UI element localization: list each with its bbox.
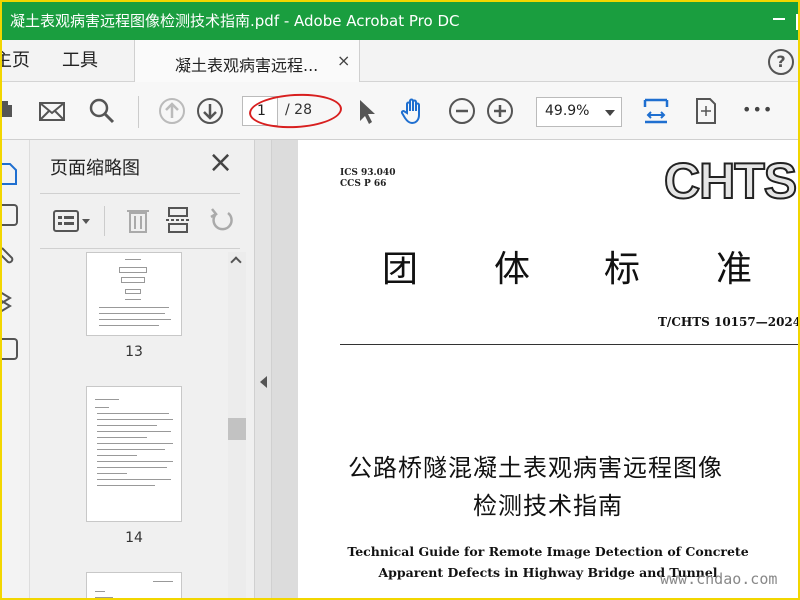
bookmarks-icon[interactable] xyxy=(2,204,18,226)
thumbnail-page-number: 14 xyxy=(125,530,143,546)
maximize-button[interactable] xyxy=(794,8,798,32)
chinese-title-line1: 公路桥隧混凝土表观病害远程图像 xyxy=(348,454,723,482)
insert-pages-icon[interactable] xyxy=(166,206,192,234)
ics-code: ICS 93.040 xyxy=(340,168,396,178)
help-icon[interactable]: ? xyxy=(768,49,794,75)
standard-title-char: 体 xyxy=(494,249,531,290)
panel-toolbar xyxy=(30,196,254,244)
page-thumbnails-icon[interactable] xyxy=(2,162,20,186)
panel-title: 页面缩略图 xyxy=(50,158,140,179)
pdf-page: ICS 93.040 CCS P 66 CHTS 团 体 标 准 T/CHTS … xyxy=(298,140,798,598)
menu-bar: 主页 工具 凝土表观病害远程... × ? xyxy=(2,40,798,82)
full-screen-icon[interactable] xyxy=(692,97,720,125)
signatures-icon[interactable] xyxy=(2,338,18,360)
header-rule xyxy=(340,344,798,345)
navigation-pane-strip xyxy=(2,140,30,598)
thumbnail-scrollbar[interactable] xyxy=(228,252,246,598)
menu-home[interactable]: 主页 xyxy=(2,50,30,72)
trash-icon[interactable] xyxy=(126,206,150,234)
toolbar: 1 / 28 49.9% ••• xyxy=(2,82,798,140)
document-tab[interactable]: 凝土表观病害远程... × xyxy=(134,40,360,82)
zoom-in-icon[interactable] xyxy=(486,97,514,125)
window-title: 凝土表观病害远程图像检测技术指南.pdf - Adobe Acrobat Pro… xyxy=(10,12,460,30)
email-icon[interactable] xyxy=(38,97,66,125)
thumbnail-page-number: 13 xyxy=(125,344,143,360)
search-icon[interactable] xyxy=(88,97,116,125)
classification-codes: ICS 93.040 CCS P 66 xyxy=(340,168,395,190)
scrollbar-thumb[interactable] xyxy=(228,418,246,440)
next-page-icon[interactable] xyxy=(196,97,224,125)
document-number: T/CHTS 10157—2024 xyxy=(658,315,798,329)
more-tools-icon[interactable]: ••• xyxy=(742,100,773,119)
page-thumbnail[interactable] xyxy=(86,572,182,598)
english-title-line1: Technical Guide for Remote Image Detecti… xyxy=(347,544,749,559)
page-thumbnail[interactable] xyxy=(86,252,182,336)
acrobat-window: 凝土表观病害远程图像检测技术指南.pdf - Adobe Acrobat Pro… xyxy=(2,2,798,598)
fit-width-icon[interactable] xyxy=(642,97,670,125)
minimize-button[interactable] xyxy=(768,6,792,30)
panel-divider xyxy=(40,248,240,249)
scroll-up-icon[interactable] xyxy=(230,256,242,268)
menu-tools[interactable]: 工具 xyxy=(62,50,98,72)
previous-page-icon[interactable] xyxy=(158,97,186,125)
page-thumbnail[interactable] xyxy=(86,386,182,522)
page-thumbnails-panel: 页面缩略图 × 13 14 xyxy=(30,140,254,598)
site-watermark: www.cndao.com xyxy=(660,570,778,588)
layers-icon[interactable] xyxy=(2,288,20,316)
attachments-icon[interactable] xyxy=(2,244,20,268)
chinese-title-line2: 检测技术指南 xyxy=(473,492,623,520)
zoom-select[interactable]: 49.9% xyxy=(536,97,622,127)
ccs-code: CCS P 66 xyxy=(340,179,387,189)
panel-collapse-handle[interactable] xyxy=(254,140,272,598)
thumbnail-options-icon[interactable] xyxy=(52,208,92,234)
title-bar: 凝土表观病害远程图像检测技术指南.pdf - Adobe Acrobat Pro… xyxy=(2,2,798,40)
document-view[interactable]: ICS 93.040 CCS P 66 CHTS 团 体 标 准 T/CHTS … xyxy=(272,140,798,598)
chevron-down-icon xyxy=(605,110,615,116)
standard-title-char: 标 xyxy=(604,249,641,290)
document-tab-label: 凝土表观病害远程... xyxy=(175,56,319,75)
zoom-value: 49.9% xyxy=(545,103,590,119)
close-panel-icon[interactable]: × xyxy=(208,148,233,178)
panel-divider xyxy=(40,193,240,194)
standard-title-char: 团 xyxy=(382,249,419,290)
print-icon[interactable] xyxy=(2,97,26,125)
close-tab-icon[interactable]: × xyxy=(337,51,350,70)
panel-toolbar-separator xyxy=(104,206,105,236)
hand-tool-icon[interactable] xyxy=(400,97,428,125)
zoom-out-icon[interactable] xyxy=(448,97,476,125)
select-cursor-icon[interactable] xyxy=(354,97,382,125)
toolbar-separator xyxy=(138,96,139,128)
chts-logo: CHTS xyxy=(663,152,798,210)
rotate-icon[interactable] xyxy=(208,206,236,234)
standard-title-char: 准 xyxy=(716,249,753,290)
collapse-arrow-icon xyxy=(260,376,267,388)
